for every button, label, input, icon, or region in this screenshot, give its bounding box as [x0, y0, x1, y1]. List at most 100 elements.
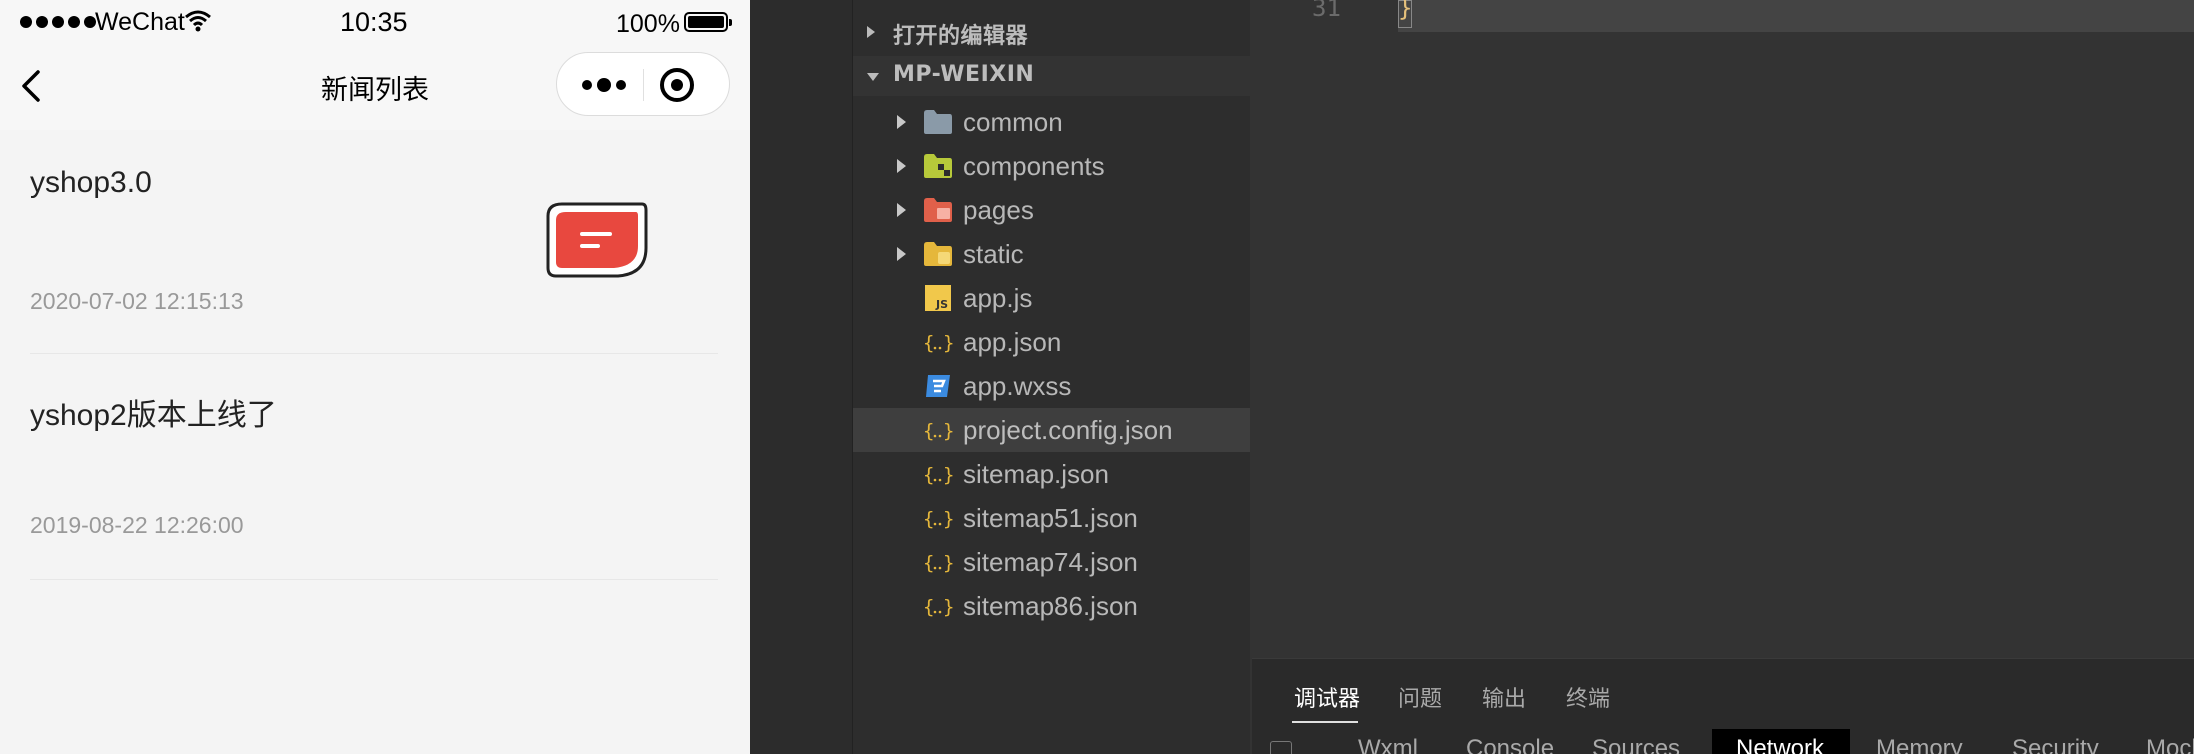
news-item[interactable]: yshop2版本上线了 2019-08-22 12:26:00	[30, 354, 718, 580]
ide-window: 打开的编辑器 MP-WEIXIN common components pages st…	[750, 0, 2194, 754]
svg-text:}: }	[943, 596, 953, 618]
js-file-icon: JS	[923, 284, 953, 312]
battery-percent: 100%	[616, 10, 680, 38]
file-name: sitemap74.json	[963, 547, 1138, 577]
code-editor[interactable]: 31 }	[1250, 0, 2194, 658]
svg-text:{: {	[923, 464, 934, 486]
activity-bar	[750, 0, 853, 754]
json-file-icon: {}	[923, 328, 954, 356]
project-header[interactable]: MP-WEIXIN	[853, 56, 1250, 96]
folder-row[interactable]: common	[853, 100, 1250, 144]
capsule-divider	[643, 69, 644, 101]
battery-icon	[684, 12, 732, 32]
json-file-icon: {}	[923, 460, 954, 488]
subtab-memory[interactable]: Memory	[1876, 735, 1963, 754]
svg-text:{: {	[923, 552, 934, 574]
expand-chevron-icon[interactable]	[897, 203, 906, 217]
file-row[interactable]: {} sitemap74.json	[853, 540, 1250, 584]
json-file-icon: {}	[923, 416, 954, 444]
collapse-chevron-icon	[867, 26, 875, 38]
folder-row[interactable]: components	[853, 144, 1250, 188]
menu-capsule	[556, 52, 730, 116]
phone-simulator: WeChat 10:35 100% 新闻列表 yshop3.0 2020-07-…	[0, 0, 750, 754]
open-editors-label: 打开的编辑器	[893, 24, 1029, 49]
file-name: pages	[963, 195, 1034, 225]
svg-text:}: }	[943, 464, 953, 486]
json-file-icon: {}	[923, 592, 954, 620]
inspect-toggle-icon[interactable]	[1270, 741, 1292, 754]
file-row[interactable]: {} sitemap.json	[853, 452, 1250, 496]
components-folder-icon	[923, 152, 953, 180]
status-bar: WeChat 10:35 100%	[0, 0, 750, 46]
current-line-highlight	[1398, 0, 2194, 32]
static-folder-icon	[923, 240, 953, 268]
active-tab-underline	[1292, 721, 1358, 723]
subtab-security[interactable]: Security	[2012, 735, 2099, 754]
expand-chevron-icon[interactable]	[897, 247, 906, 261]
subtab-console[interactable]: Console	[1466, 735, 1554, 754]
code-line: }	[1398, 0, 1413, 22]
tab-output[interactable]: 输出	[1482, 681, 1526, 713]
news-title: yshop3.0	[30, 166, 152, 199]
nav-bar: 新闻列表	[0, 46, 750, 130]
news-date: 2020-07-02 12:15:13	[30, 288, 244, 314]
file-name: project.config.json	[963, 415, 1173, 445]
pages-folder-icon	[923, 196, 953, 224]
file-name: sitemap86.json	[963, 591, 1138, 621]
svg-text:}: }	[943, 420, 953, 442]
news-title: yshop2版本上线了	[30, 399, 277, 432]
file-name: common	[963, 107, 1063, 137]
file-name: components	[963, 151, 1105, 181]
svg-text:{: {	[923, 508, 934, 530]
file-row[interactable]: {} sitemap51.json	[853, 496, 1250, 540]
json-file-icon: {}	[923, 504, 954, 532]
project-label: MP-WEIXIN	[893, 62, 1035, 87]
svg-text:}: }	[943, 508, 953, 530]
subtab-network[interactable]: Network	[1736, 735, 1824, 754]
file-row[interactable]: JS app.js	[853, 276, 1250, 320]
expand-chevron-icon	[867, 73, 879, 81]
svg-text:{: {	[923, 420, 934, 442]
css-file-icon	[923, 372, 953, 400]
tab-debugger[interactable]: 调试器	[1294, 681, 1360, 713]
status-time: 10:35	[340, 7, 408, 37]
expand-chevron-icon[interactable]	[897, 159, 906, 173]
subtab-wxml[interactable]: Wxml	[1358, 735, 1418, 754]
line-number: 31	[1312, 0, 1341, 22]
subtab-sources[interactable]: Sources	[1592, 735, 1680, 754]
file-name: app.js	[963, 283, 1033, 313]
file-row[interactable]: {} app.json	[853, 320, 1250, 364]
svg-text:{: {	[923, 332, 934, 354]
file-name: static	[963, 239, 1024, 269]
folder-row[interactable]: pages	[853, 188, 1250, 232]
news-thumbnail-image	[546, 202, 648, 278]
bottom-panel: 调试器 问题 输出 终端 Wxml Console Sources Networ…	[1252, 658, 2194, 754]
file-explorer: 打开的编辑器 MP-WEIXIN common components pages st…	[853, 0, 1250, 754]
json-file-icon: {}	[923, 548, 954, 576]
file-name: app.json	[963, 327, 1062, 357]
file-row[interactable]: app.wxss	[853, 364, 1250, 408]
wifi-icon	[185, 10, 211, 32]
devtools-tabs: Wxml Console Sources Network Memory Secu…	[1252, 729, 2194, 754]
more-icon[interactable]	[579, 69, 629, 101]
folder-row[interactable]: static	[853, 232, 1250, 276]
close-miniprogram-icon[interactable]	[657, 65, 697, 105]
folder-icon	[923, 108, 953, 136]
open-editors-header[interactable]: 打开的编辑器	[853, 12, 1250, 52]
expand-chevron-icon[interactable]	[897, 115, 906, 129]
file-name: sitemap.json	[963, 459, 1109, 489]
file-name: app.wxss	[963, 371, 1072, 401]
news-date: 2019-08-22 12:26:00	[30, 512, 244, 538]
signal-icon	[20, 16, 96, 28]
tab-terminal[interactable]: 终端	[1566, 681, 1610, 713]
file-row[interactable]: {} sitemap86.json	[853, 584, 1250, 628]
svg-text:}: }	[943, 552, 953, 574]
svg-text:JS: JS	[935, 298, 948, 311]
subtab-mock[interactable]: Mock	[2146, 735, 2194, 754]
tab-problems[interactable]: 问题	[1398, 681, 1442, 713]
carrier-name: WeChat	[95, 8, 185, 36]
file-row[interactable]: {} project.config.json	[853, 408, 1250, 452]
file-name: sitemap51.json	[963, 503, 1138, 533]
svg-text:}: }	[943, 332, 953, 354]
svg-text:{: {	[923, 596, 934, 618]
